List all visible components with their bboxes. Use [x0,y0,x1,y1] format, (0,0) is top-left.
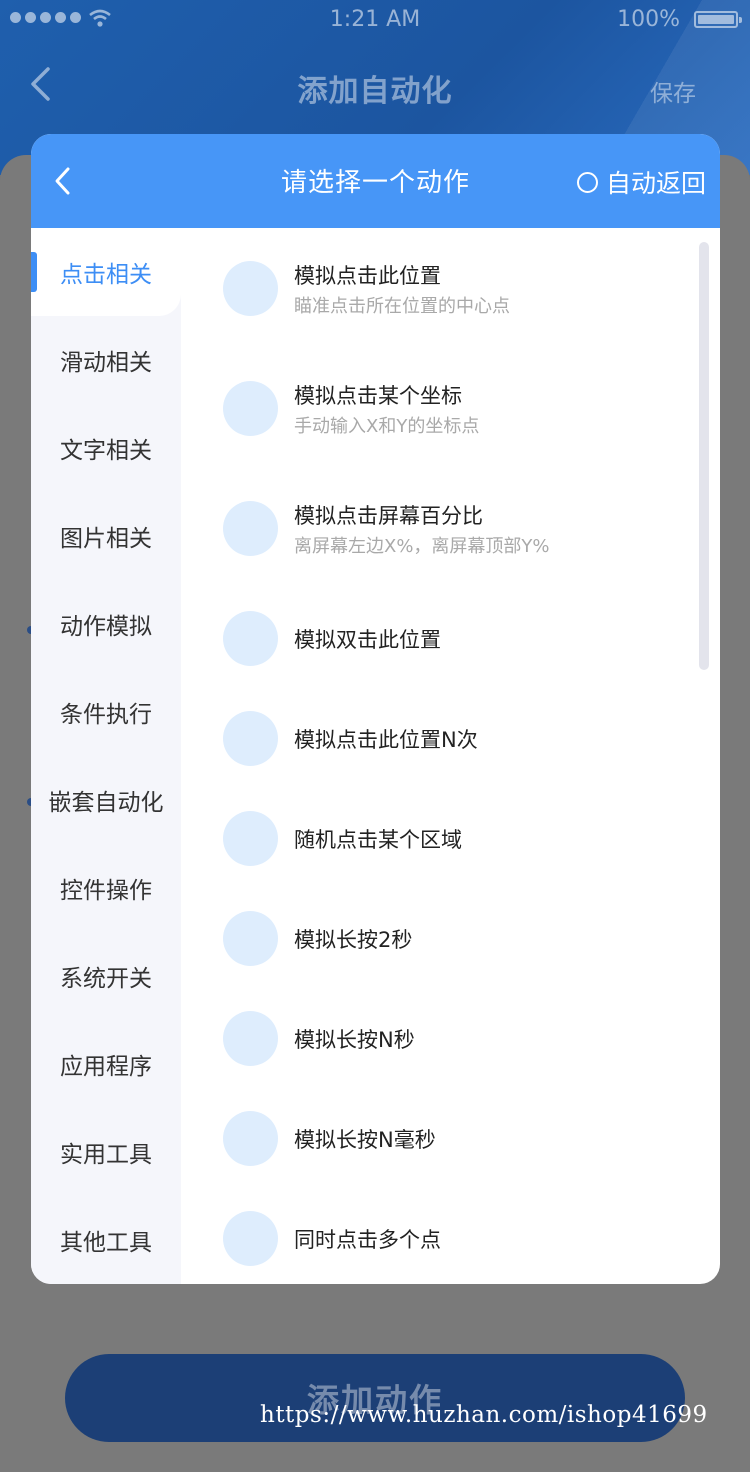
category-label: 文字相关 [60,438,152,464]
add-action-button[interactable]: 添加动作 [65,1354,685,1442]
battery-icon [694,11,742,28]
action-title: 模拟点击某个坐标 [294,384,462,408]
action-subtitle: 瞄准点击所在位置的中心点 [294,296,510,317]
scrollbar[interactable] [699,242,709,670]
category-label: 嵌套自动化 [48,790,164,816]
action-icon [223,1211,278,1266]
save-button[interactable]: 保存 [650,74,696,108]
category-item-image[interactable]: 图片相关 [31,492,181,580]
action-title: 模拟双击此位置 [294,628,441,652]
category-sidebar: 点击相关 滑动相关 文字相关 图片相关 动作模拟 条件执行 嵌套自动化 控件操作… [31,228,181,1284]
category-item-text[interactable]: 文字相关 [31,404,181,492]
action-icon [223,911,278,966]
action-icon [223,381,278,436]
watermark-text: https://www.huzhan.com/ishop41699 [260,1402,708,1428]
category-label: 其他工具 [60,1230,152,1256]
category-item-swipe[interactable]: 滑动相关 [31,316,181,404]
active-indicator [31,252,37,292]
category-label: 图片相关 [60,526,152,552]
action-title: 模拟点击屏幕百分比 [294,504,483,528]
category-item-utilities[interactable]: 实用工具 [31,1108,181,1196]
category-label: 滑动相关 [60,350,152,376]
action-list: 模拟点击此位置 瞄准点击所在位置的中心点 模拟点击某个坐标 手动输入X和Y的坐标… [181,228,720,1284]
category-label: 应用程序 [60,1054,152,1080]
action-icon [223,711,278,766]
action-title: 模拟长按N毫秒 [294,1128,436,1152]
auto-return-toggle[interactable]: 自动返回 [576,164,706,200]
battery-percentage: 100% [617,7,680,32]
category-item-other-tools[interactable]: 其他工具 [31,1196,181,1284]
action-icon [223,1111,278,1166]
category-label: 控件操作 [60,878,152,904]
action-title: 模拟长按2秒 [294,928,413,952]
action-title: 模拟点击此位置 [294,264,441,288]
dialog-header: 请选择一个动作 自动返回 [31,134,720,228]
auto-return-label: 自动返回 [605,169,706,198]
category-item-click[interactable]: 点击相关 [31,228,181,316]
category-label: 条件执行 [60,702,152,728]
category-item-system-switch[interactable]: 系统开关 [31,932,181,1020]
category-item-control-operation[interactable]: 控件操作 [31,844,181,932]
page-title: 添加自动化 [297,74,453,109]
action-icon [223,501,278,556]
action-icon [223,611,278,666]
radio-circle-icon[interactable] [576,171,598,193]
category-label: 动作模拟 [60,614,152,640]
action-title: 同时点击多个点 [294,1228,441,1252]
action-picker-dialog: 请选择一个动作 自动返回 点击相关 滑动相关 文字相关 图片相关 动作模拟 条件… [31,134,720,1284]
category-item-action-simulation[interactable]: 动作模拟 [31,580,181,668]
category-label: 点击相关 [60,262,152,288]
category-item-conditional[interactable]: 条件执行 [31,668,181,756]
action-subtitle: 离屏幕左边X%，离屏幕顶部Y% [294,536,550,557]
action-title: 模拟点击此位置N次 [294,728,478,752]
action-subtitle: 手动输入X和Y的坐标点 [294,416,480,437]
action-icon [223,1011,278,1066]
action-title: 模拟长按N秒 [294,1028,415,1052]
status-bar: 1:21 AM 100% [0,0,750,40]
action-icon [223,261,278,316]
category-label: 实用工具 [60,1142,152,1168]
action-icon [223,811,278,866]
category-item-nested-automation[interactable]: 嵌套自动化 [31,756,181,844]
category-item-applications[interactable]: 应用程序 [31,1020,181,1108]
category-label: 系统开关 [60,966,152,992]
action-title: 随机点击某个区域 [294,828,462,852]
